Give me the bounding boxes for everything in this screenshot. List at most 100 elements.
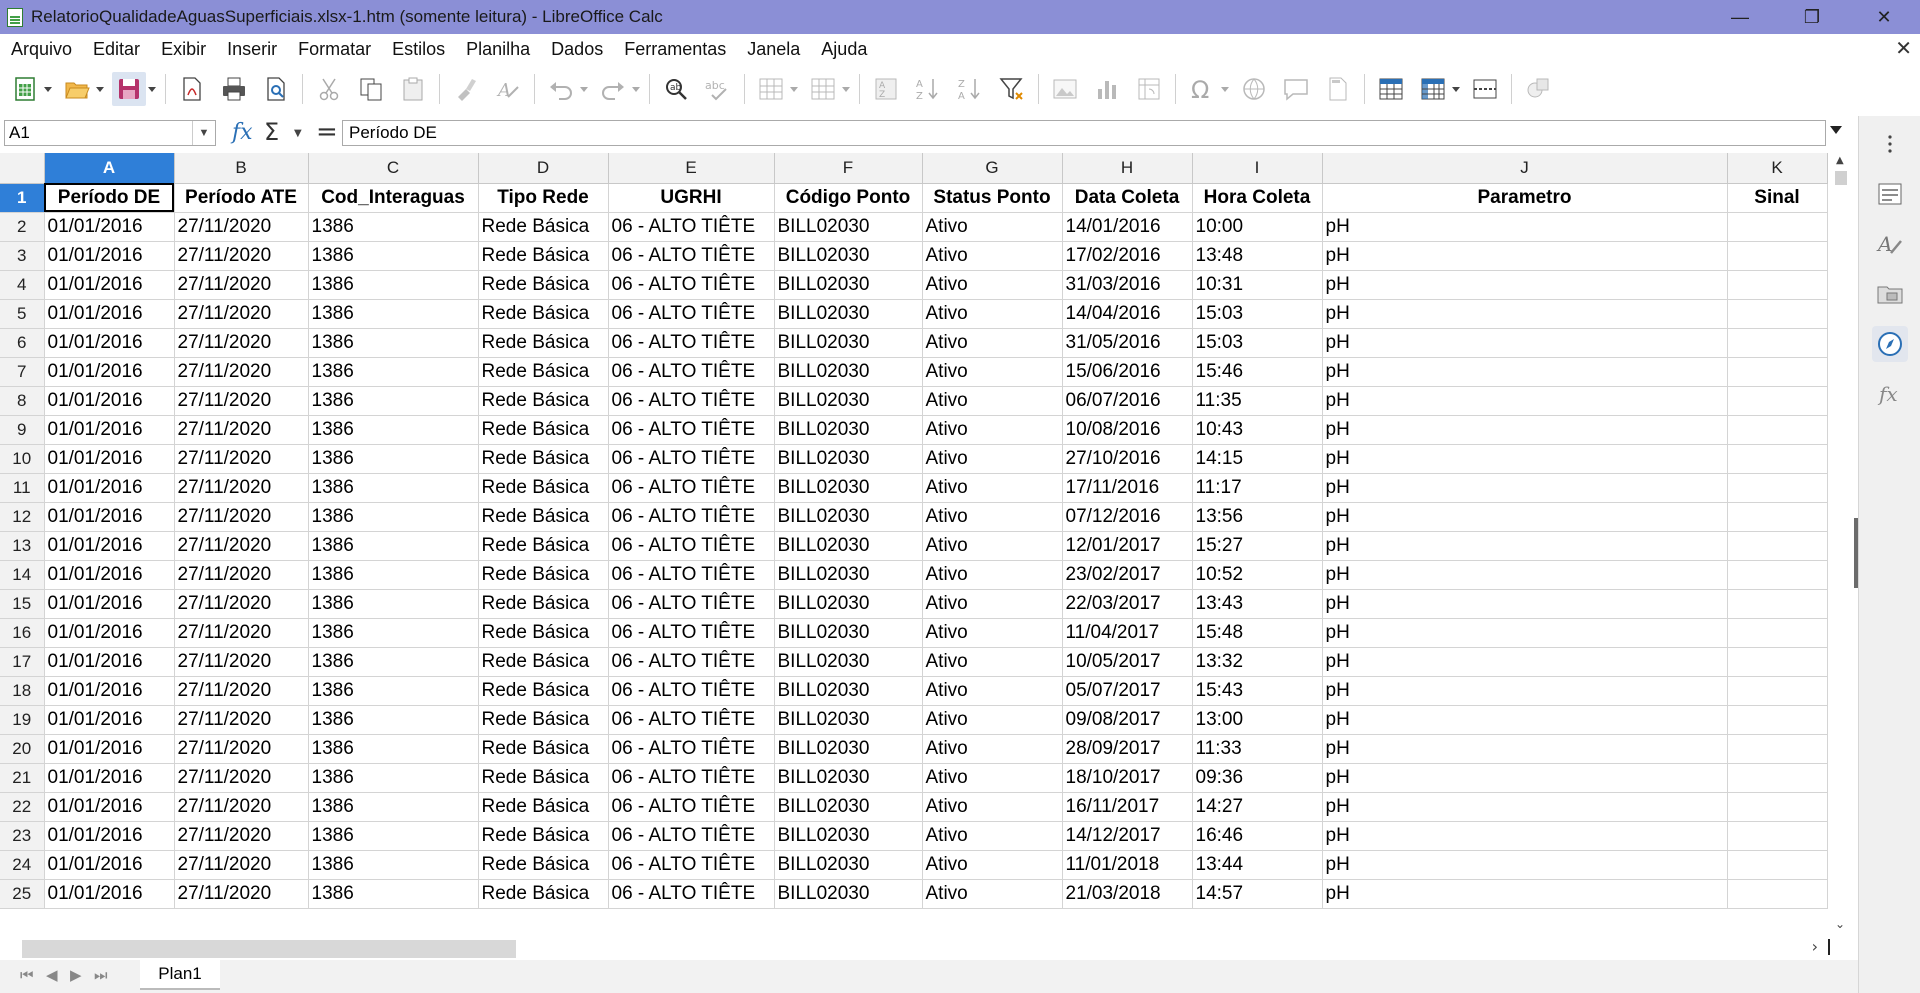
cell[interactable]: 05/07/2017 [1062, 676, 1193, 706]
cell[interactable]: 06 - ALTO TIÊTE [608, 328, 775, 358]
cell[interactable]: 10:52 [1192, 560, 1323, 590]
cell[interactable]: 27/11/2020 [174, 792, 309, 822]
cell[interactable]: 01/01/2016 [44, 560, 175, 590]
cell[interactable]: 01/01/2016 [44, 212, 175, 242]
cell[interactable]: Ativo [922, 357, 1063, 387]
cell[interactable]: BILL02030 [774, 531, 923, 561]
cell[interactable]: Rede Básica [478, 444, 609, 474]
cell[interactable]: 27/11/2020 [174, 386, 309, 416]
cell[interactable]: 27/11/2020 [174, 705, 309, 735]
column-header[interactable]: A [44, 153, 175, 184]
cell[interactable]: 27/11/2020 [174, 357, 309, 387]
column-header[interactable]: K [1727, 153, 1828, 184]
cell[interactable]: pH [1322, 270, 1728, 300]
cell[interactable]: 11:33 [1192, 734, 1323, 764]
cell[interactable]: pH [1322, 647, 1728, 677]
cell[interactable]: 27/11/2020 [174, 502, 309, 532]
cell[interactable]: pH [1322, 676, 1728, 706]
restore-button[interactable]: ❐ [1776, 0, 1848, 34]
cell[interactable]: 27/11/2020 [174, 444, 309, 474]
new-spreadsheet-icon[interactable] [8, 72, 52, 106]
paste-icon[interactable] [396, 72, 430, 106]
cell[interactable]: 1386 [308, 850, 479, 880]
column-header[interactable]: H [1062, 153, 1193, 184]
cell[interactable]: pH [1322, 792, 1728, 822]
spreadsheet-grid[interactable]: A B C D E F G H I J K 1 Período DE Perío… [0, 153, 1830, 933]
cell[interactable]: 15:03 [1192, 328, 1323, 358]
cell[interactable]: Ativo [922, 531, 1063, 561]
cell[interactable]: 1386 [308, 386, 479, 416]
column-header[interactable]: G [922, 153, 1063, 184]
cell[interactable]: 14:27 [1192, 792, 1323, 822]
cell[interactable] [1727, 618, 1828, 648]
close-document-button[interactable]: ✕ [1895, 36, 1912, 61]
cell[interactable]: Rede Básica [478, 502, 609, 532]
cell[interactable]: 13:56 [1192, 502, 1323, 532]
column-header[interactable]: F [774, 153, 923, 184]
cell[interactable] [1727, 270, 1828, 300]
column-icon[interactable] [806, 72, 850, 106]
cell[interactable]: Rede Básica [478, 676, 609, 706]
cell[interactable]: 14/12/2017 [1062, 821, 1193, 851]
cell[interactable]: 01/01/2016 [44, 328, 175, 358]
scroll-down-icon[interactable]: ⌄ [1835, 917, 1845, 931]
cell[interactable]: Ativo [922, 299, 1063, 329]
cell[interactable] [1727, 821, 1828, 851]
expand-formula-bar-icon[interactable] [1830, 126, 1842, 134]
cell[interactable]: 06 - ALTO TIÊTE [608, 241, 775, 271]
cell[interactable] [1727, 763, 1828, 793]
navigator-icon[interactable] [1872, 326, 1908, 362]
row-header[interactable]: 10 [0, 444, 45, 474]
cell[interactable]: 06 - ALTO TIÊTE [608, 444, 775, 474]
cell[interactable] [1727, 879, 1828, 909]
copy-icon[interactable] [354, 72, 388, 106]
cell[interactable]: 27/11/2020 [174, 241, 309, 271]
find-replace-icon[interactable]: ab [659, 72, 693, 106]
redo-icon[interactable] [596, 72, 640, 106]
cell[interactable]: 11/04/2017 [1062, 618, 1193, 648]
cell[interactable]: pH [1322, 618, 1728, 648]
cell[interactable]: Rede Básica [478, 299, 609, 329]
sum-icon[interactable]: Σ [264, 118, 279, 146]
cell[interactable]: 01/01/2016 [44, 299, 175, 329]
scrollbar-thumb[interactable] [22, 940, 516, 958]
cell[interactable]: 27/11/2020 [174, 560, 309, 590]
cell[interactable]: Rede Básica [478, 705, 609, 735]
cell[interactable]: Ativo [922, 647, 1063, 677]
cell[interactable]: Ativo [922, 241, 1063, 271]
cell[interactable]: 1386 [308, 647, 479, 677]
cell[interactable]: 13:43 [1192, 589, 1323, 619]
cell[interactable]: 1386 [308, 270, 479, 300]
cell[interactable]: 06 - ALTO TIÊTE [608, 850, 775, 880]
cell[interactable]: pH [1322, 705, 1728, 735]
cell[interactable]: pH [1322, 444, 1728, 474]
row-header[interactable]: 5 [0, 299, 45, 329]
cell[interactable]: BILL02030 [774, 299, 923, 329]
first-sheet-icon[interactable]: ⏮ [20, 966, 34, 984]
column-header[interactable]: C [308, 153, 479, 184]
row-header[interactable]: 18 [0, 676, 45, 706]
row-header[interactable]: 17 [0, 647, 45, 677]
cell[interactable]: 12/01/2017 [1062, 531, 1193, 561]
freeze-rows-columns-icon[interactable] [1416, 72, 1460, 106]
cell[interactable]: 1386 [308, 328, 479, 358]
cell[interactable]: 01/01/2016 [44, 676, 175, 706]
cell[interactable]: 16:46 [1192, 821, 1323, 851]
hyperlink-icon[interactable] [1237, 72, 1271, 106]
menu-inserir[interactable]: Inserir [216, 39, 287, 60]
cell[interactable]: Ativo [922, 589, 1063, 619]
cell[interactable]: Data Coleta [1062, 183, 1193, 213]
cell[interactable]: 14/04/2016 [1062, 299, 1193, 329]
cell[interactable]: 1386 [308, 792, 479, 822]
spelling-icon[interactable]: abc [701, 72, 735, 106]
print-preview-icon[interactable] [259, 72, 293, 106]
cell[interactable]: 27/10/2016 [1062, 444, 1193, 474]
cell[interactable]: pH [1322, 473, 1728, 503]
row-header[interactable]: 12 [0, 502, 45, 532]
close-window-button[interactable]: ✕ [1848, 0, 1920, 34]
functions-icon[interactable]: fx [1872, 376, 1908, 412]
special-character-icon[interactable]: Ω [1185, 72, 1229, 106]
row-header[interactable]: 14 [0, 560, 45, 590]
cell[interactable]: 27/11/2020 [174, 531, 309, 561]
cell[interactable]: 27/11/2020 [174, 821, 309, 851]
